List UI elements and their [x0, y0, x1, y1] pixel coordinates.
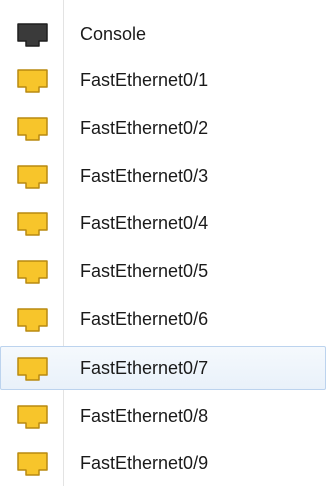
ethernet-port-icon [16, 356, 49, 382]
menu-item-label: FastEthernet0/5 [80, 261, 209, 281]
port-selection-menu: Console FastEthernet0/1 FastEthernet0/2 … [0, 0, 326, 486]
menu-item-label: FastEthernet0/2 [80, 118, 209, 138]
menu-item-fastethernet0-8[interactable]: FastEthernet0/8 [0, 394, 326, 438]
menu-item-label: Console [80, 24, 147, 44]
menu-item-fastethernet0-2[interactable]: FastEthernet0/2 [0, 106, 326, 150]
menu-item-fastethernet0-3[interactable]: FastEthernet0/3 [0, 154, 326, 198]
ethernet-port-icon [16, 259, 49, 285]
menu-item-fastethernet0-9[interactable]: FastEthernet0/9 [0, 441, 326, 485]
menu-item-label: FastEthernet0/3 [80, 166, 209, 186]
ethernet-port-icon [16, 307, 49, 333]
menu-item-fastethernet0-5[interactable]: FastEthernet0/5 [0, 249, 326, 293]
menu-item-label: FastEthernet0/9 [80, 453, 209, 473]
menu-item-label: FastEthernet0/8 [80, 406, 209, 426]
ethernet-port-icon [16, 116, 49, 142]
menu-item-fastethernet0-6[interactable]: FastEthernet0/6 [0, 297, 326, 341]
menu-item-fastethernet0-7[interactable]: FastEthernet0/7 [0, 346, 326, 390]
menu-item-label: FastEthernet0/7 [80, 358, 209, 378]
menu-item-console[interactable]: Console [0, 12, 326, 56]
menu-item-label: FastEthernet0/4 [80, 213, 209, 233]
menu-item-fastethernet0-4[interactable]: FastEthernet0/4 [0, 201, 326, 245]
ethernet-port-icon [16, 68, 49, 94]
ethernet-port-icon [16, 164, 49, 190]
ethernet-port-icon [16, 451, 49, 477]
ethernet-port-icon [16, 211, 49, 237]
menu-item-label: FastEthernet0/1 [80, 70, 209, 90]
menu-item-label: FastEthernet0/6 [80, 309, 209, 329]
console-port-icon [16, 22, 49, 48]
ethernet-port-icon [16, 404, 49, 430]
menu-item-fastethernet0-1[interactable]: FastEthernet0/1 [0, 58, 326, 102]
